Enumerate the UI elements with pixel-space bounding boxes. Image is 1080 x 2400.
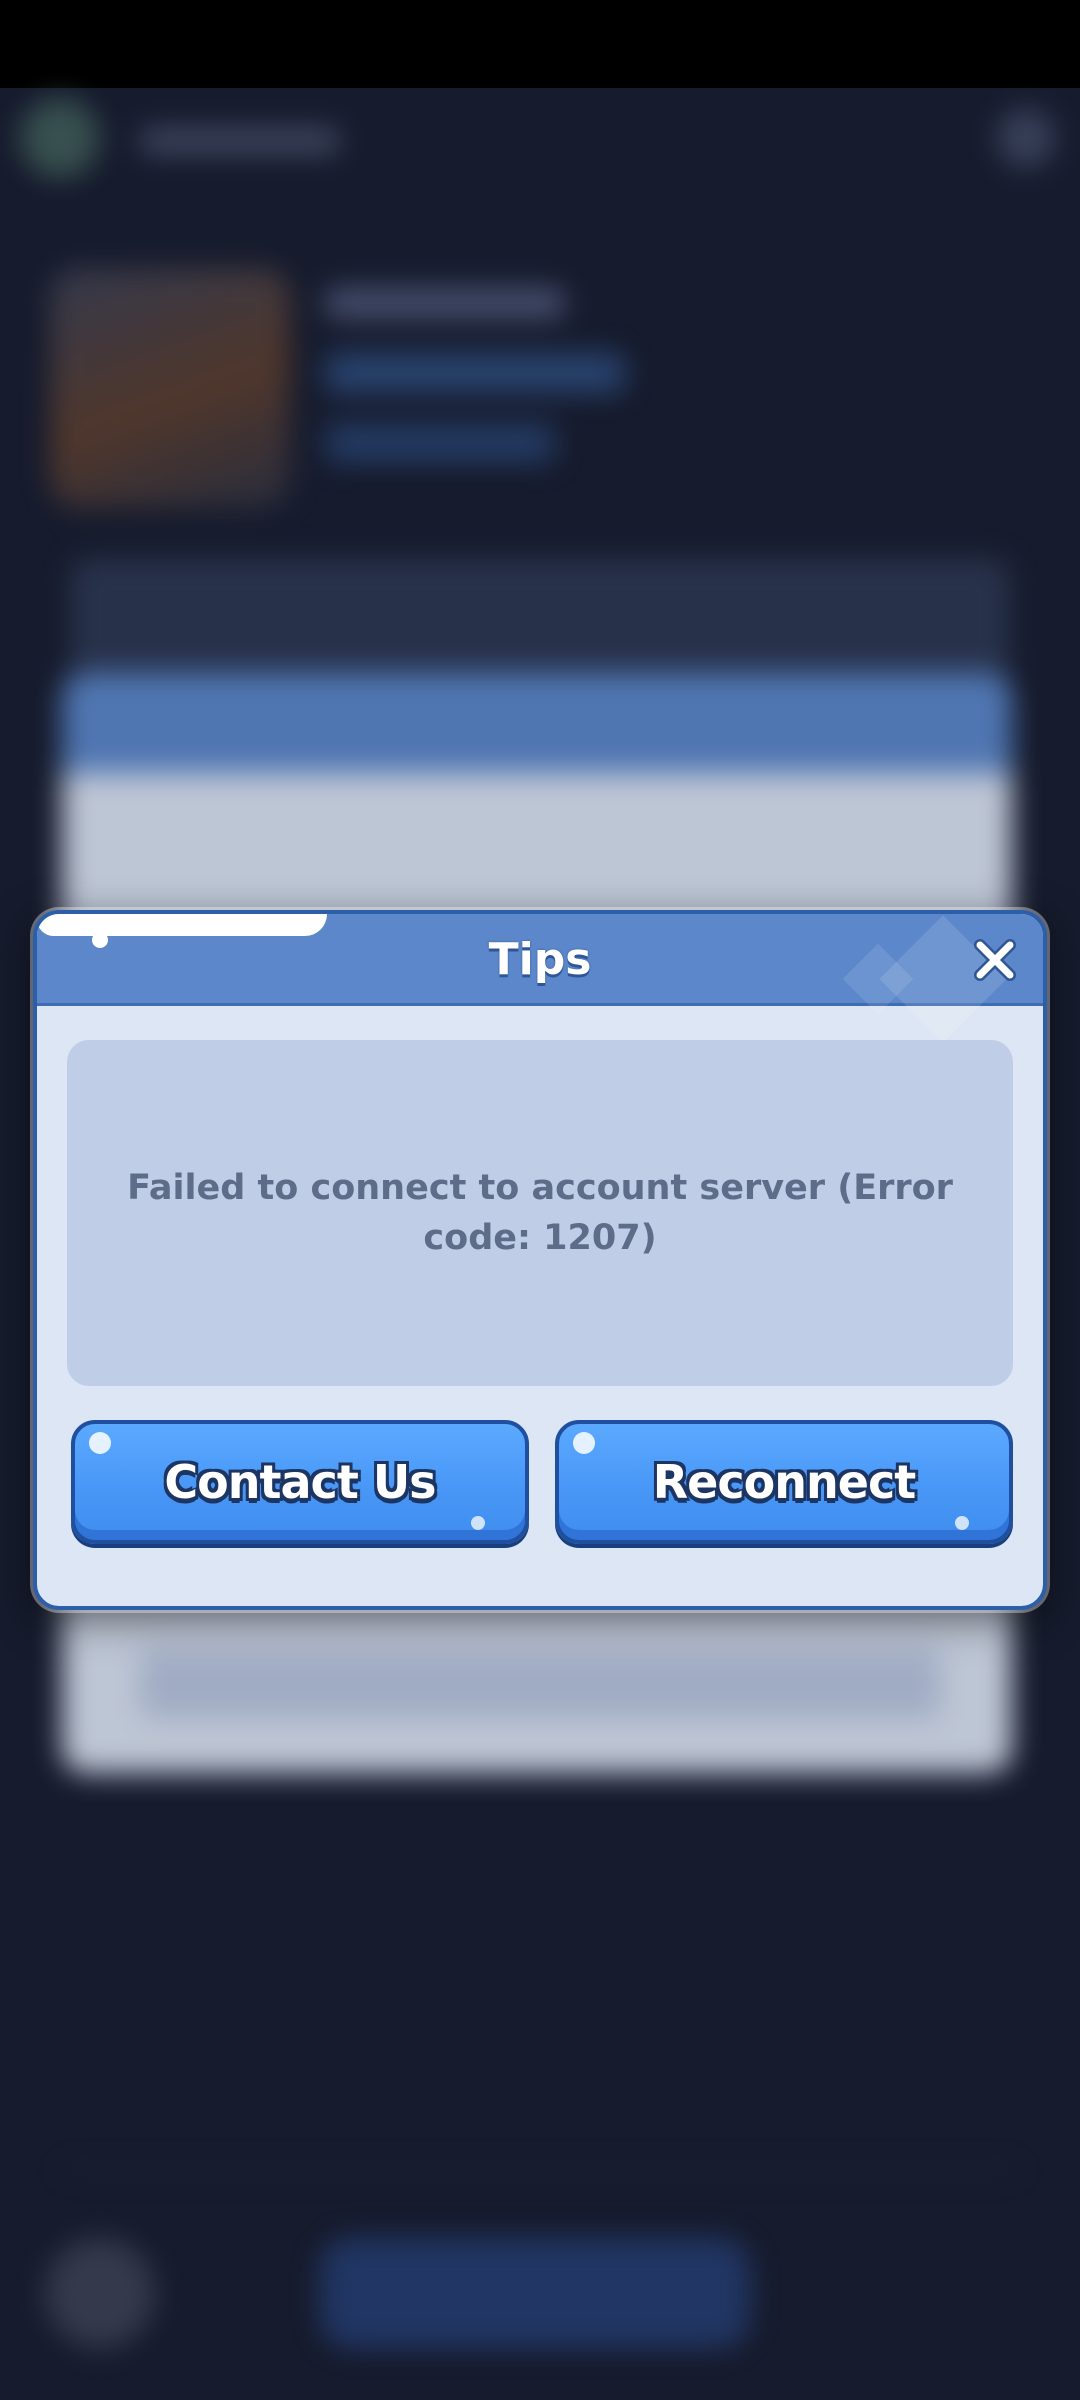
tips-dialog: Tips Failed to connect to account server… <box>33 910 1047 1610</box>
background-text-line <box>325 423 555 463</box>
close-icon <box>972 937 1018 983</box>
background-title <box>140 128 340 154</box>
reconnect-label: Reconnect <box>652 1455 916 1509</box>
button-gloss <box>573 1432 595 1454</box>
background-text-line <box>325 288 565 318</box>
contact-us-button[interactable]: Contact Us <box>71 1420 529 1544</box>
error-message: Failed to connect to account server (Err… <box>127 1168 953 1258</box>
status-bar <box>0 0 1080 88</box>
contact-us-label: Contact Us <box>164 1455 436 1509</box>
close-button[interactable] <box>963 928 1027 992</box>
button-gloss <box>89 1432 111 1454</box>
reconnect-button[interactable]: Reconnect <box>555 1420 1013 1544</box>
background-bottom-button <box>320 2238 750 2348</box>
background-panel-header <box>62 673 1012 773</box>
background-band <box>70 558 1010 678</box>
background-portrait <box>50 268 290 508</box>
game-screen: Tips Failed to connect to account server… <box>0 0 1080 2400</box>
background-bottom-avatar <box>45 2238 155 2348</box>
background-text-line <box>325 353 625 393</box>
background-settings-icon <box>996 108 1056 168</box>
button-gloss <box>955 1516 969 1530</box>
dialog-title: Tips <box>488 934 592 985</box>
button-gloss <box>471 1516 485 1530</box>
background-panel-text <box>140 1648 940 1718</box>
dialog-header: Tips <box>37 914 1043 1043</box>
background-avatar <box>20 98 100 178</box>
background-divider <box>60 2168 1020 2172</box>
message-box: Failed to connect to account server (Err… <box>67 1040 1013 1386</box>
